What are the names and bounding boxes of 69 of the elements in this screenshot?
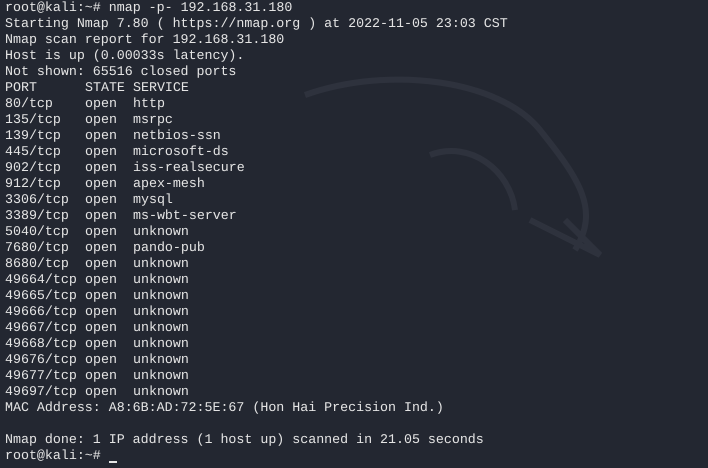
state-cell: open xyxy=(85,224,117,239)
state-cell: open xyxy=(85,160,117,175)
state-cell: open xyxy=(85,336,117,351)
service-cell: http xyxy=(133,96,165,112)
port-cell: 912/tcp xyxy=(5,176,61,191)
port-cell: 902/tcp xyxy=(5,160,61,175)
service-cell: iss-realsecure xyxy=(133,160,245,176)
state-cell: open xyxy=(85,320,117,335)
service-cell: SERVICE xyxy=(133,80,189,96)
state-cell: open xyxy=(85,96,117,111)
state-cell: STATE xyxy=(85,80,125,95)
port-cell: 49666/tcp xyxy=(5,304,77,319)
state-cell: open xyxy=(85,272,117,287)
output-line: Starting Nmap 7.80 ( https://nmap.org ) at 2022-11-05 23:03 CST xyxy=(5,16,508,32)
output-line: MAC Address: A8:6B:AD:72:5E:67 (Hon Hai Precision Ind.) xyxy=(5,400,444,416)
port-cell: 445/tcp xyxy=(5,144,61,159)
state-cell: open xyxy=(85,192,117,207)
port-cell: 3306/tcp xyxy=(5,192,69,207)
state-cell: open xyxy=(85,144,117,159)
service-cell: unknown xyxy=(133,304,189,320)
port-cell: 49665/tcp xyxy=(5,288,77,303)
port-cell: 49664/tcp xyxy=(5,272,77,287)
shell-prompt: root@kali:~# xyxy=(5,448,101,464)
state-cell: open xyxy=(85,304,117,319)
service-cell: unknown xyxy=(133,384,189,400)
state-cell: open xyxy=(85,176,117,191)
service-cell: mysql xyxy=(133,192,173,208)
service-cell: netbios-ssn xyxy=(133,128,221,144)
state-cell: open xyxy=(85,368,117,383)
port-cell: 49676/tcp xyxy=(5,352,77,367)
port-cell: 80/tcp xyxy=(5,96,53,111)
service-cell: msrpc xyxy=(133,112,173,128)
service-cell: unknown xyxy=(133,256,189,272)
output-line: Nmap done: 1 IP address (1 host up) scanned in 21.05 seconds xyxy=(5,432,484,448)
port-cell: 3389/tcp xyxy=(5,208,69,223)
shell-prompt: root@kali:~# xyxy=(5,0,101,16)
service-cell: unknown xyxy=(133,368,189,384)
state-cell: open xyxy=(85,240,117,255)
state-cell: open xyxy=(85,128,117,143)
port-cell: 7680/tcp xyxy=(5,240,69,255)
service-cell: ms-wbt-server xyxy=(133,208,237,224)
port-cell: PORT xyxy=(5,80,37,95)
state-cell: open xyxy=(85,256,117,271)
state-cell: open xyxy=(85,112,117,127)
output-line: Nmap scan report for 192.168.31.180 xyxy=(5,32,284,48)
state-cell: open xyxy=(85,208,117,223)
port-cell: 49677/tcp xyxy=(5,368,77,383)
port-cell: 135/tcp xyxy=(5,112,61,127)
service-cell: apex-mesh xyxy=(133,176,205,192)
service-cell: microsoft-ds xyxy=(133,144,229,160)
port-cell: 5040/tcp xyxy=(5,224,69,239)
state-cell: open xyxy=(85,384,117,399)
service-cell: unknown xyxy=(133,336,189,352)
port-cell: 139/tcp xyxy=(5,128,61,143)
port-cell: 49668/tcp xyxy=(5,336,77,351)
service-cell: unknown xyxy=(133,224,189,240)
service-cell: unknown xyxy=(133,320,189,336)
output-line: Host is up (0.00033s latency). xyxy=(5,48,244,64)
service-cell: pando-pub xyxy=(133,240,205,256)
state-cell: open xyxy=(85,288,117,303)
output-line: Not shown: 65516 closed ports xyxy=(5,64,236,80)
state-cell: open xyxy=(85,352,117,367)
port-cell: 49667/tcp xyxy=(5,320,77,335)
service-cell: unknown xyxy=(133,352,189,368)
port-cell: 8680/tcp xyxy=(5,256,69,271)
command-text: nmap -p- 192.168.31.180 xyxy=(108,0,292,16)
service-cell: unknown xyxy=(133,288,189,304)
port-cell: 49697/tcp xyxy=(5,384,77,399)
service-cell: unknown xyxy=(133,272,189,288)
